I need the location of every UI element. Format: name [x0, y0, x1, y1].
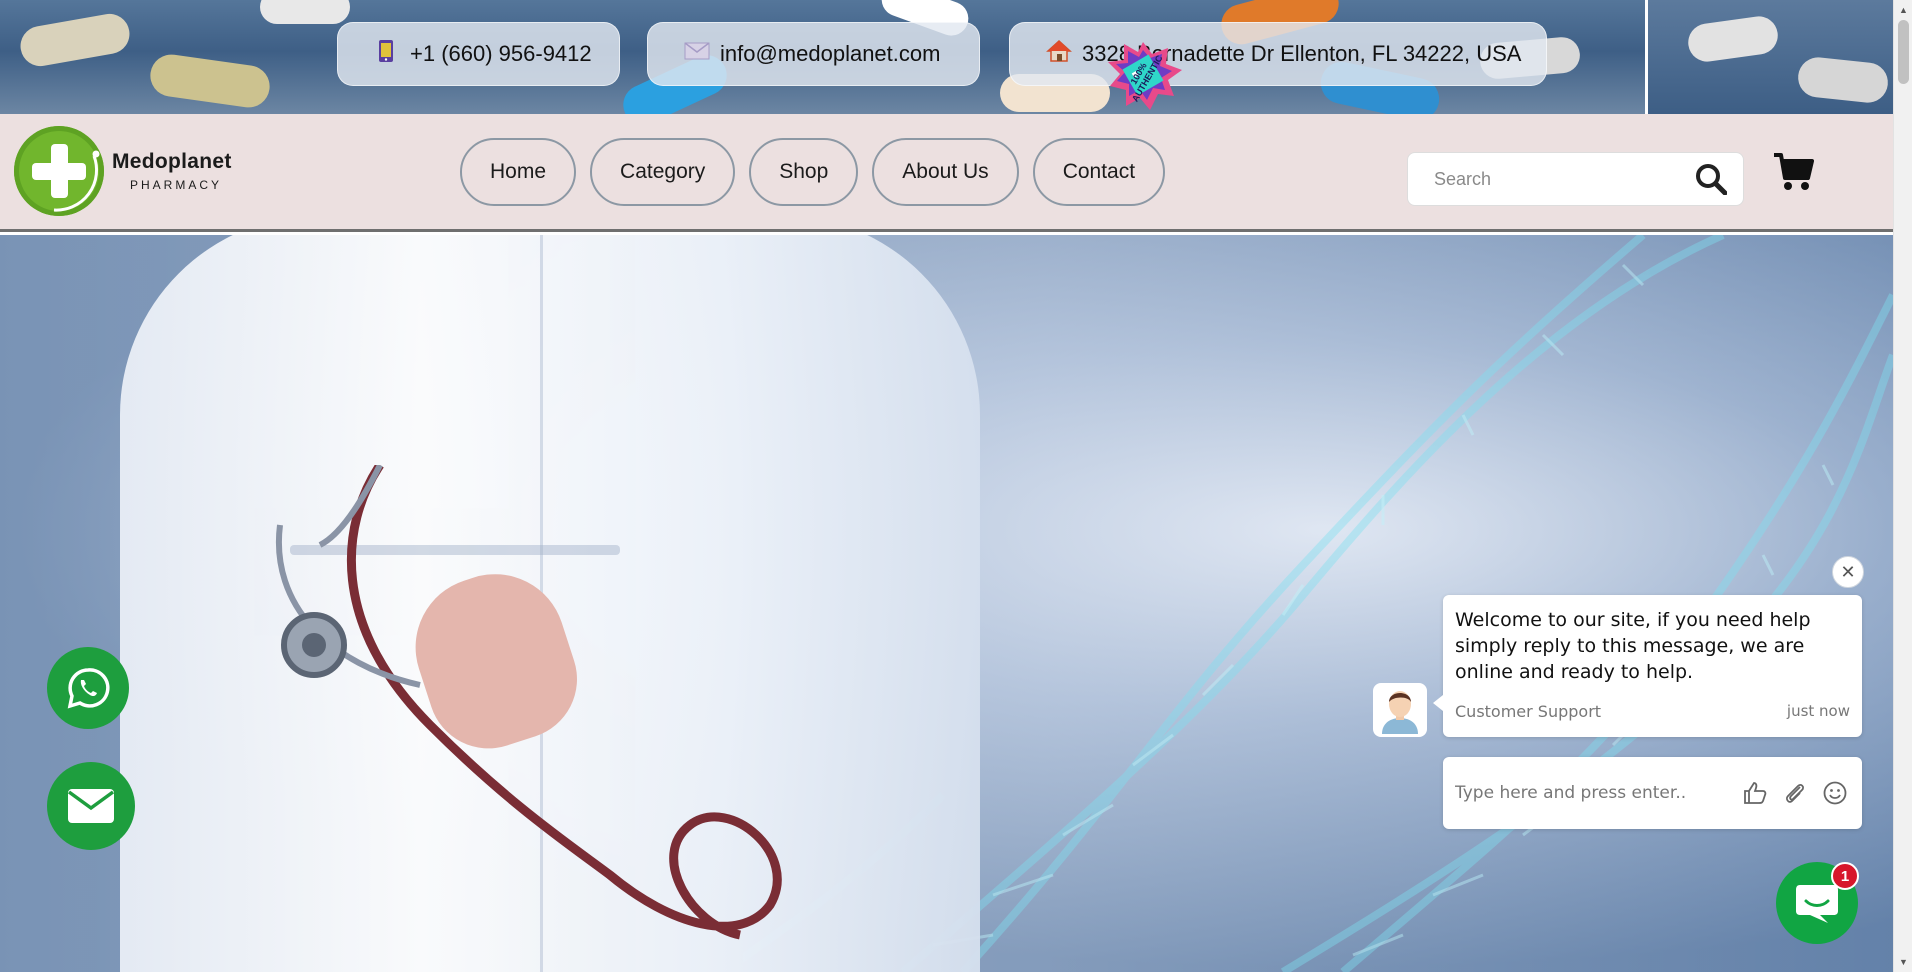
- mobile-phone-icon: [374, 39, 398, 69]
- nav-menu: Home Category Shop About Us Contact: [460, 138, 1166, 206]
- house-icon: [1046, 39, 1072, 69]
- chat-close-button[interactable]: ✕: [1832, 556, 1864, 588]
- shopping-cart-icon[interactable]: [1772, 152, 1816, 196]
- paperclip-icon[interactable]: [1780, 778, 1810, 808]
- whatsapp-icon: [67, 668, 110, 709]
- emoji-icon[interactable]: [1820, 778, 1850, 808]
- authentic-badge: 100% AUTHENTIC: [1098, 38, 1188, 114]
- top-banner: +1 (660) 956-9412 info@medoplanet.com 33…: [0, 0, 1893, 114]
- scroll-down-arrow-icon[interactable]: ▼: [1894, 954, 1912, 970]
- envelope-icon: [684, 41, 710, 67]
- chat-sender: Customer Support: [1455, 702, 1602, 721]
- main-navbar: Medoplanet PHARMACY Home Category Shop A…: [0, 114, 1893, 232]
- page-scrollbar[interactable]: ▲ ▼: [1893, 0, 1912, 972]
- phone-number[interactable]: +1 (660) 956-9412: [410, 41, 592, 67]
- thumbs-up-icon[interactable]: [1740, 778, 1770, 808]
- scroll-up-arrow-icon[interactable]: ▲: [1894, 2, 1912, 18]
- phone-contact[interactable]: +1 (660) 956-9412: [337, 22, 620, 86]
- logo-subtitle: PHARMACY: [130, 178, 223, 192]
- envelope-icon: [67, 789, 115, 823]
- chat-message-bubble: Welcome to our site, if you need help si…: [1433, 595, 1862, 737]
- close-icon: ✕: [1840, 561, 1856, 582]
- search-input[interactable]: [1434, 168, 1693, 190]
- medical-cross-logo-icon: [14, 126, 104, 216]
- chat-time: just now: [1786, 702, 1850, 720]
- nav-shop[interactable]: Shop: [749, 138, 859, 206]
- email-contact[interactable]: info@medoplanet.com: [647, 22, 980, 86]
- chat-input-bar: [1443, 757, 1862, 829]
- search-icon[interactable]: [1693, 161, 1729, 197]
- email-address[interactable]: info@medoplanet.com: [720, 41, 940, 67]
- banner-side-image: [1645, 0, 1893, 114]
- chat-unread-badge: 1: [1831, 862, 1859, 890]
- nav-home[interactable]: Home: [460, 138, 577, 206]
- nav-category[interactable]: Category: [590, 138, 736, 206]
- nav-about-us[interactable]: About Us: [872, 138, 1019, 206]
- email-button[interactable]: [47, 762, 135, 850]
- chat-message-input[interactable]: [1455, 783, 1730, 803]
- address-contact[interactable]: 3328 Bernadette Dr Ellenton, FL 34222, U…: [1009, 22, 1547, 86]
- site-logo[interactable]: Medoplanet PHARMACY: [14, 126, 232, 216]
- chat-bubble-icon: [1796, 885, 1838, 923]
- support-agent-avatar: [1373, 683, 1427, 737]
- scroll-thumb[interactable]: [1898, 20, 1909, 84]
- search-box: [1407, 152, 1744, 206]
- whatsapp-button[interactable]: [47, 647, 129, 729]
- nav-contact[interactable]: Contact: [1032, 138, 1166, 206]
- logo-name: Medoplanet: [112, 150, 232, 173]
- chat-message-text: Welcome to our site, if you need help si…: [1455, 609, 1811, 683]
